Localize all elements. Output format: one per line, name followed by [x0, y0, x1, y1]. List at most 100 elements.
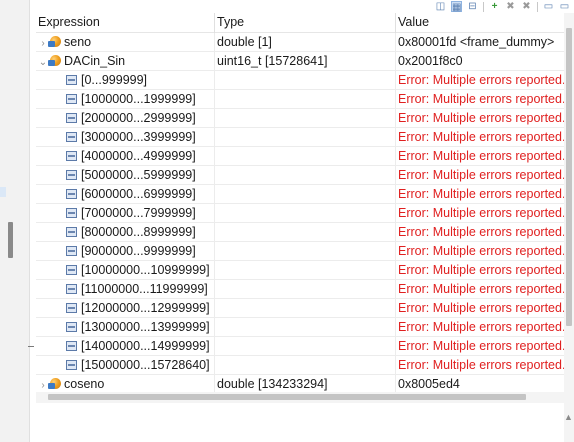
error-value-cell[interactable]: Error: Multiple errors reported. — [396, 90, 564, 109]
remove-expression-icon[interactable]: ✖ — [505, 1, 516, 12]
expression-label: [5000000...5999999] — [81, 168, 196, 182]
expression-cell[interactable]: [1000000...1999999] — [36, 90, 214, 109]
type-cell — [215, 185, 395, 204]
expression-cell[interactable]: [10000000...10999999] — [36, 261, 214, 280]
scroll-up-arrow-icon[interactable]: ▲ — [563, 412, 574, 422]
table-row[interactable]: [8000000...8999999] Error: Multiple error… — [36, 223, 564, 242]
expression-cell[interactable]: ⌄ DACin_Sin — [36, 52, 214, 71]
expression-cell[interactable]: [8000000...8999999] — [36, 223, 214, 242]
vertical-scrollbar-thumb[interactable] — [566, 28, 572, 326]
error-value-cell[interactable]: Error: Multiple errors reported. — [396, 71, 564, 90]
expression-label: [0...999999] — [81, 73, 148, 87]
expression-cell[interactable]: [9000000...9999999] — [36, 242, 214, 261]
expression-cell[interactable]: [14000000...14999999] — [36, 337, 214, 356]
expand-chevron-icon[interactable]: › — [38, 377, 48, 392]
expression-cell[interactable]: [2000000...2999999] — [36, 109, 214, 128]
table-row[interactable]: [10000000...10999999] Error: Multiple err… — [36, 261, 564, 280]
expression-cell[interactable]: [7000000...7999999] — [36, 204, 214, 223]
error-value-cell[interactable]: Error: Multiple errors reported. — [396, 318, 564, 337]
error-value-cell[interactable]: Error: Multiple errors reported. — [396, 204, 564, 223]
error-value-cell[interactable]: Error: Multiple errors reported. — [396, 185, 564, 204]
array-partition-icon — [66, 208, 77, 218]
type-cell — [215, 71, 395, 90]
show-type-names-icon[interactable]: ◫ — [435, 1, 446, 12]
expressions-toolbar: ◫ ▦ ⊟ + ✖ ✖ ▭ ▭ — [36, 0, 574, 13]
expression-cell[interactable]: [12000000...12999999] — [36, 299, 214, 318]
table-row[interactable]: [1000000...1999999] Error: Multiple error… — [36, 90, 564, 109]
array-partition-icon — [66, 227, 77, 237]
table-row[interactable]: [9000000...9999999] Error: Multiple error… — [36, 242, 564, 261]
table-row[interactable]: [15000000...15728640] Error: Multiple err… — [36, 356, 564, 375]
table-row[interactable]: [14000000...14999999] Error: Multiple err… — [36, 337, 564, 356]
value-cell[interactable]: 0x80001fd <frame_dummy> — [396, 33, 564, 52]
error-value-cell[interactable]: Error: Multiple errors reported. — [396, 223, 564, 242]
type-cell — [215, 109, 395, 128]
remove-all-icon[interactable]: ✖ — [521, 1, 532, 12]
table-row[interactable]: [0...999999] Error: Multiple errors repor… — [36, 71, 564, 90]
error-value-cell[interactable]: Error: Multiple errors reported. — [396, 280, 564, 299]
expression-cell[interactable]: [11000000...11999999] — [36, 280, 214, 299]
show-logical-structure-icon[interactable]: ▦ — [451, 1, 462, 13]
table-row[interactable]: [2000000...2999999] Error: Multiple error… — [36, 109, 564, 128]
error-value-cell[interactable]: Error: Multiple errors reported. — [396, 166, 564, 185]
type-cell — [215, 90, 395, 109]
expression-cell[interactable]: [0...999999] — [36, 71, 214, 90]
type-cell — [215, 128, 395, 147]
table-row[interactable]: [6000000...6999999] Error: Multiple error… — [36, 185, 564, 204]
array-partition-icon — [66, 303, 77, 313]
error-value-cell[interactable]: Error: Multiple errors reported. — [396, 242, 564, 261]
array-partition-icon — [66, 360, 77, 370]
expression-cell[interactable]: [4000000...4999999] — [36, 147, 214, 166]
expression-cell[interactable]: [5000000...5999999] — [36, 166, 214, 185]
expression-label: [10000000...10999999] — [81, 263, 210, 277]
table-row[interactable]: [13000000...13999999] Error: Multiple err… — [36, 318, 564, 337]
type-cell — [215, 261, 395, 280]
error-value-cell[interactable]: Error: Multiple errors reported. — [396, 147, 564, 166]
expression-cell[interactable]: [3000000...3999999] — [36, 128, 214, 147]
expression-cell[interactable]: [6000000...6999999] — [36, 185, 214, 204]
type-cell — [215, 337, 395, 356]
array-partition-icon — [66, 113, 77, 123]
expression-label: seno — [64, 35, 92, 49]
column-header-value[interactable]: Value — [396, 13, 564, 33]
expression-label: [11000000...11999999] — [81, 282, 208, 296]
expression-cell[interactable]: › coseno — [36, 375, 214, 392]
collapse-chevron-icon[interactable]: ⌄ — [38, 54, 48, 71]
expression-cell[interactable]: [13000000...13999999] — [36, 318, 214, 337]
left-panel-marker — [0, 187, 6, 197]
array-partition-icon — [66, 322, 77, 332]
minimize-icon[interactable]: ▭ — [559, 1, 570, 12]
table-row[interactable]: ⌄ DACin_Sin uint16_t [15728641] 0x2001f8c0 — [36, 52, 564, 71]
array-partition-icon — [66, 170, 77, 180]
panel-resize-handle[interactable] — [8, 222, 13, 258]
expression-cell[interactable]: › seno — [36, 33, 214, 52]
error-value-cell[interactable]: Error: Multiple errors reported. — [396, 128, 564, 147]
error-value-cell[interactable]: Error: Multiple errors reported. — [396, 109, 564, 128]
horizontal-scrollbar-thumb[interactable] — [48, 394, 526, 400]
error-value-cell[interactable]: Error: Multiple errors reported. — [396, 356, 564, 375]
error-value-cell[interactable]: Error: Multiple errors reported. — [396, 299, 564, 318]
table-row[interactable]: [4000000...4999999] Error: Multiple error… — [36, 147, 564, 166]
type-cell — [215, 280, 395, 299]
view-menu-icon[interactable]: ▭ — [543, 1, 554, 12]
type-cell — [215, 356, 395, 375]
table-row[interactable]: [3000000...3999999] Error: Multiple error… — [36, 128, 564, 147]
table-row[interactable]: › coseno double [134233294] 0x8005ed4 — [36, 375, 564, 392]
table-row[interactable]: [7000000...7999999] Error: Multiple error… — [36, 204, 564, 223]
table-row[interactable]: [5000000...5999999] Error: Multiple error… — [36, 166, 564, 185]
table-row[interactable]: [11000000...11999999] Error: Multiple err… — [36, 280, 564, 299]
add-expression-icon[interactable]: + — [489, 1, 500, 12]
value-cell[interactable]: 0x8005ed4 — [396, 375, 564, 392]
expression-label: [7000000...7999999] — [81, 206, 196, 220]
expand-chevron-icon[interactable]: › — [38, 35, 48, 52]
expression-cell[interactable]: [15000000...15728640] — [36, 356, 214, 375]
error-value-cell[interactable]: Error: Multiple errors reported. — [396, 337, 564, 356]
column-header-expression[interactable]: Expression — [36, 13, 214, 33]
column-header-type[interactable]: Type — [215, 13, 395, 33]
value-cell[interactable]: 0x2001f8c0 — [396, 52, 564, 71]
table-row[interactable]: [12000000...12999999] Error: Multiple err… — [36, 299, 564, 318]
table-row[interactable]: › seno double [1] 0x80001fd <frame_dummy> — [36, 33, 564, 52]
type-cell — [215, 166, 395, 185]
error-value-cell[interactable]: Error: Multiple errors reported. — [396, 261, 564, 280]
collapse-all-icon[interactable]: ⊟ — [467, 1, 478, 12]
